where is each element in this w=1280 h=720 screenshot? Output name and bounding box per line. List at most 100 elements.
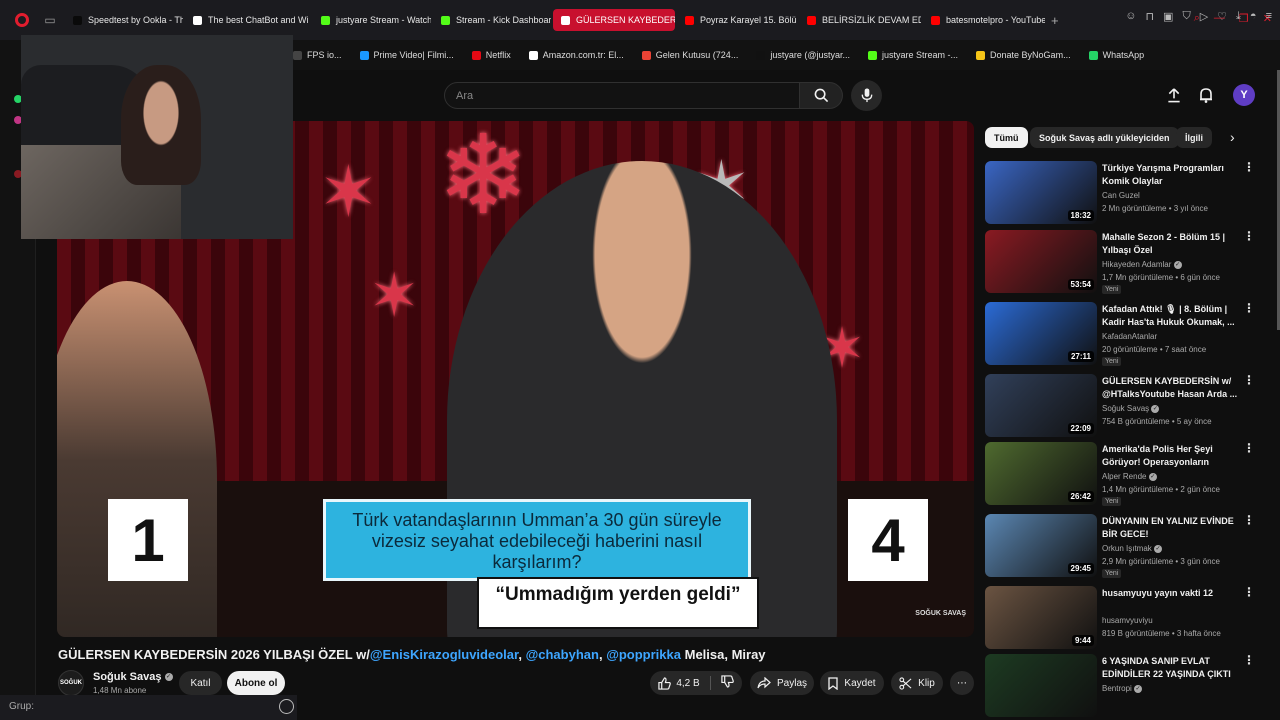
channel-name[interactable]: Can Guzel xyxy=(1102,191,1140,200)
bookmark-item[interactable]: justyare (@justyar... xyxy=(756,50,850,60)
group-sync-icon[interactable] xyxy=(279,699,294,714)
browser-tab[interactable]: BELİRSİZLİK DEVAM EDİY xyxy=(799,9,921,31)
browser-tab[interactable]: The best ChatBot and Wi xyxy=(185,9,311,31)
recommended-video[interactable]: 53:54 Mahalle Sezon 2 - Bölüm 15 | Yılbaş… xyxy=(985,230,1255,296)
chevron-right-icon[interactable]: › xyxy=(1230,129,1235,145)
video-thumbnail[interactable]: 53:54 xyxy=(985,230,1097,293)
recommended-video[interactable]: 6 YAŞINDA SANIP EVLAT EDİNDİLER 22 YAŞIN… xyxy=(985,654,1255,720)
more-options-icon[interactable]: ⋮ xyxy=(1243,654,1255,666)
browser-tab[interactable]: batesmotelpro - YouTube xyxy=(923,9,1045,31)
channel-name[interactable]: Soğuk Savaş ✓ xyxy=(93,671,173,683)
video-title[interactable]: DÜNYANIN EN YALNIZ EVİNDE BİR GECE! xyxy=(1102,515,1242,541)
recommended-video[interactable]: 18:32 Türkiye Yarışma Programları Komik O… xyxy=(985,161,1255,227)
bookmark-item[interactable]: Donate ByNoGam... xyxy=(976,50,1071,60)
dislike-button[interactable] xyxy=(720,675,734,691)
download-icon[interactable]: ⤓ xyxy=(1236,10,1241,23)
new-tab-button[interactable]: + xyxy=(1051,13,1059,28)
browser-tab[interactable]: Speedtest by Ookla - The xyxy=(65,9,183,31)
opera-logo-icon[interactable] xyxy=(15,13,29,27)
video-title[interactable]: 6 YAŞINDA SANIP EVLAT EDİNDİLER 22 YAŞIN… xyxy=(1102,655,1242,681)
mention-link[interactable]: @EnisKirazogluvideolar xyxy=(370,647,519,662)
shield-icon[interactable]: ⛉ xyxy=(1182,10,1190,23)
emoji-icon[interactable]: ☺ xyxy=(1125,10,1136,23)
search-input[interactable]: Ara xyxy=(444,82,800,109)
voice-search-button[interactable] xyxy=(851,80,882,111)
channel-name[interactable]: Bentropi ✓ xyxy=(1102,684,1143,693)
bookmark-label: WhatsApp xyxy=(1102,50,1145,60)
more-options-icon[interactable]: ⋮ xyxy=(1243,374,1255,386)
heart-icon[interactable]: ♡ xyxy=(1217,10,1227,23)
video-title[interactable]: Mahalle Sezon 2 - Bölüm 15 | Yılbaşı Öze… xyxy=(1102,231,1242,257)
channel-name[interactable]: husamvyuviyu xyxy=(1102,616,1153,625)
video-thumbnail[interactable]: 27:11 xyxy=(985,302,1097,365)
video-title[interactable]: Kafadan Attık! 🎙 | 8. Bölüm | Kadir Has'… xyxy=(1102,303,1242,329)
bookmark-item[interactable]: Netflix xyxy=(471,50,511,60)
recommended-video[interactable]: 26:42 Amerika'da Polis Her Şeyi Görüyor! … xyxy=(985,442,1255,508)
clip-button[interactable]: Klip xyxy=(891,671,943,695)
video-title[interactable]: Amerika'da Polis Her Şeyi Görüyor! Opera… xyxy=(1102,443,1242,469)
more-options-icon[interactable]: ⋮ xyxy=(1243,514,1255,526)
video-thumbnail[interactable] xyxy=(985,654,1097,717)
menu-icon[interactable]: ≡ xyxy=(1266,10,1272,23)
bookmark-item[interactable]: Amazon.com.tr: El... xyxy=(528,50,624,60)
play-icon[interactable]: ▷ xyxy=(1200,10,1208,23)
profile-icon[interactable]: ◓ xyxy=(1250,10,1257,23)
browser-tab[interactable]: GÜLERSEN KAYBEDER xyxy=(553,9,675,31)
notifications-button[interactable] xyxy=(1195,84,1217,106)
upload-button[interactable] xyxy=(1163,84,1185,106)
like-button[interactable]: 4,2 B xyxy=(658,676,700,690)
more-options-icon[interactable]: ⋮ xyxy=(1243,161,1255,173)
pin-icon[interactable]: ⊓ xyxy=(1145,10,1154,23)
video-thumbnail[interactable]: 26:42 xyxy=(985,442,1097,505)
bookmark-item[interactable]: Gelen Kutusu (724... xyxy=(641,50,738,60)
recommended-video[interactable]: 9:44 husamyuyu yayın vakti 12 husamvyuviyu… xyxy=(985,586,1255,652)
bookmark-item[interactable]: justyare Stream -... xyxy=(868,50,958,60)
channel-name[interactable]: Soğuk Savaş ✓ xyxy=(1102,404,1160,413)
channel-name[interactable]: Orkun Işıtmak ✓ xyxy=(1102,544,1163,553)
verified-icon: ✓ xyxy=(1173,260,1182,269)
chip-related[interactable]: İlgili xyxy=(1176,127,1212,148)
channel-watermark: SOĞUK SAVAŞ xyxy=(915,610,966,617)
video-thumbnail[interactable]: 18:32 xyxy=(985,161,1097,224)
more-options-icon[interactable]: ⋮ xyxy=(1243,230,1255,242)
browser-tab[interactable]: justyare Stream - Watch L xyxy=(313,9,431,31)
video-thumbnail[interactable]: 29:45 xyxy=(985,514,1097,577)
recommended-video[interactable]: 27:11 Kafadan Attık! 🎙 | 8. Bölüm | Kadir… xyxy=(985,302,1255,368)
save-button[interactable]: Kaydet xyxy=(820,671,884,695)
join-button[interactable]: Katıl xyxy=(179,671,222,695)
channel-name[interactable]: KafadanAtanlar xyxy=(1102,332,1157,341)
video-duration: 53:54 xyxy=(1067,279,1094,290)
bookmark-item[interactable]: Prime Video| Filmi... xyxy=(359,50,454,60)
webcam-overlay xyxy=(21,35,293,239)
video-title[interactable]: husamyuyu yayın vakti 12 xyxy=(1102,587,1242,600)
search-button[interactable] xyxy=(800,82,843,109)
video-title[interactable]: Türkiye Yarışma Programları Komik Olayla… xyxy=(1102,162,1242,188)
channel-name[interactable]: Hikayeden Adamlar ✓ xyxy=(1102,260,1182,269)
video-thumbnail[interactable]: 22:09 xyxy=(985,374,1097,437)
recommended-video[interactable]: 22:09 GÜLERSEN KAYBEDERSİN w/ @HTalksYout… xyxy=(985,374,1255,440)
browser-tab[interactable]: Poyraz Karayel 15. Bölüm xyxy=(677,9,797,31)
more-options-icon[interactable]: ⋮ xyxy=(1243,586,1255,598)
snapshot-icon[interactable]: ▣ xyxy=(1163,10,1173,23)
share-button[interactable]: Paylaş xyxy=(750,671,814,695)
subscribe-button[interactable]: Abone ol xyxy=(227,671,285,695)
bookmark-item[interactable]: WhatsApp xyxy=(1088,50,1145,60)
browser-tab[interactable]: Stream - Kick Dashboard xyxy=(433,9,551,31)
mention-link[interactable]: @chabyhan xyxy=(526,647,599,662)
chip-uploader[interactable]: Soğuk Savaş adlı yükleyiciden xyxy=(1030,127,1179,148)
more-options-icon[interactable]: ⋮ xyxy=(1243,302,1255,314)
account-avatar[interactable]: Y xyxy=(1233,84,1255,106)
channel-name[interactable]: Alper Rende ✓ xyxy=(1102,472,1157,481)
bookmark-item[interactable]: FPS io... xyxy=(293,50,342,60)
more-options-icon[interactable]: ⋮ xyxy=(1243,442,1255,454)
bookmark-favicon-icon xyxy=(976,50,986,60)
video-title[interactable]: GÜLERSEN KAYBEDERSİN w/ @HTalksYoutube H… xyxy=(1102,375,1242,401)
tab-islands-icon[interactable]: ▭ xyxy=(41,13,59,27)
mention-link[interactable]: @popprikka xyxy=(606,647,681,662)
video-thumbnail[interactable]: 9:44 xyxy=(985,586,1097,649)
chip-all[interactable]: Tümü xyxy=(985,127,1028,148)
more-actions-button[interactable]: ⋯ xyxy=(950,671,974,695)
channel-avatar[interactable]: SOĞUK xyxy=(58,670,84,696)
bookmark-favicon-icon xyxy=(1088,50,1098,60)
recommended-video[interactable]: 29:45 DÜNYANIN EN YALNIZ EVİNDE BİR GECE!… xyxy=(985,514,1255,580)
